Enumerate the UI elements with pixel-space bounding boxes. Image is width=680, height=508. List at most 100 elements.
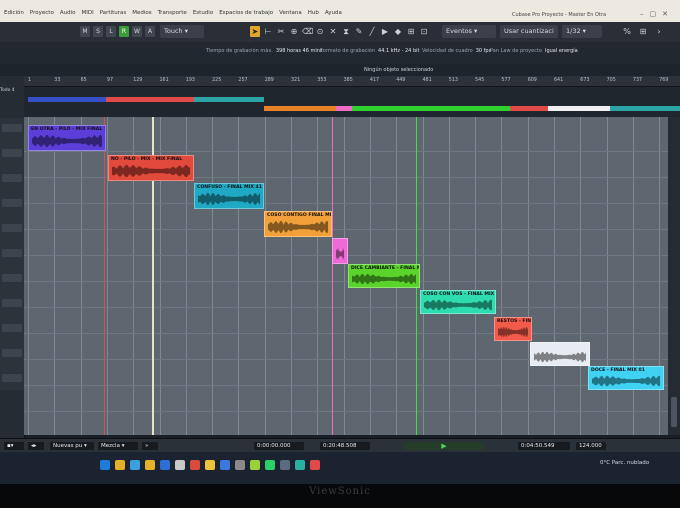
split-icon[interactable]: ✂ xyxy=(276,26,286,37)
automation-mode-select[interactable]: Touch ▾ xyxy=(160,25,204,38)
marker-segment[interactable] xyxy=(510,106,548,111)
position-display[interactable]: 0:04:50.549 xyxy=(518,442,570,450)
track-header-slot[interactable] xyxy=(2,249,22,257)
zoom-icon[interactable]: ⊙ xyxy=(315,26,325,37)
track-header-slot[interactable] xyxy=(2,274,22,282)
audio-clip[interactable]: EN OTRA - PILO - MIX FINAL 16 xyxy=(28,125,106,151)
word-icon[interactable] xyxy=(220,460,230,470)
audio-clip[interactable]: DOCE - FINAL MIX 01 xyxy=(588,366,664,390)
marker-segment[interactable] xyxy=(352,106,510,111)
range-icon[interactable]: ⊢ xyxy=(263,26,273,37)
track-header-slot[interactable] xyxy=(2,149,22,157)
menu-item[interactable]: Espacios de trabajo xyxy=(219,10,273,16)
chrome-icon[interactable] xyxy=(310,460,320,470)
mode-button-w[interactable]: W xyxy=(132,26,142,37)
audio-clip[interactable]: RESTOS - FIN xyxy=(494,317,532,341)
chevron-right-icon[interactable]: › xyxy=(654,26,664,37)
track-header-slot[interactable] xyxy=(2,349,22,357)
draw-icon[interactable]: ✎ xyxy=(354,26,364,37)
audio-clip[interactable]: COSO CON VOS - FINAL MIX xyxy=(420,290,496,314)
folder-icon[interactable] xyxy=(115,460,125,470)
track-header-slot[interactable] xyxy=(2,174,22,182)
play-icon[interactable]: ▶ xyxy=(380,26,390,37)
marker-segment[interactable] xyxy=(610,106,680,111)
glue-icon[interactable]: ⊕ xyxy=(289,26,299,37)
menu-item[interactable]: Partituras xyxy=(100,10,127,16)
mute-icon[interactable]: ✕ xyxy=(328,26,338,37)
cubase-icon[interactable] xyxy=(280,460,290,470)
track-header-slot[interactable] xyxy=(2,224,22,232)
line-icon[interactable]: ╱ xyxy=(367,26,377,37)
menu-item[interactable]: Ventana xyxy=(279,10,302,16)
menu-item[interactable]: Proyecto xyxy=(30,10,54,16)
view-layout-button[interactable]: ▪▾ xyxy=(4,442,24,450)
mail-icon[interactable] xyxy=(160,460,170,470)
scrollbar-thumb[interactable] xyxy=(671,397,677,427)
marker-nav-button[interactable]: ◂▸ xyxy=(28,442,44,450)
audio-clip[interactable]: CONFUSO - FINAL MIX 41 xyxy=(194,183,264,209)
quantize-value-select[interactable]: 1/32 ▾ xyxy=(562,25,602,38)
settings-icon[interactable] xyxy=(235,460,245,470)
edge-icon[interactable] xyxy=(130,460,140,470)
audio-clip[interactable] xyxy=(530,342,590,366)
spotify-icon[interactable] xyxy=(265,460,275,470)
mix-mode-select[interactable]: Mezcla ▾ xyxy=(98,442,138,450)
vertical-scrollbar[interactable] xyxy=(668,117,680,435)
menu-item[interactable]: Hub xyxy=(308,10,319,16)
search-icon[interactable] xyxy=(100,460,110,470)
quantize-mode-select[interactable]: Usar cuantizaci ▾ xyxy=(500,25,558,48)
marker-segment[interactable] xyxy=(548,106,610,111)
track-header-slot[interactable] xyxy=(2,324,22,332)
tempo-display[interactable]: 124.000 xyxy=(576,442,606,450)
mode-button-s[interactable]: S xyxy=(93,26,103,37)
arrange-window[interactable]: EN OTRA - PILO - MIX FINAL 16 NO - PILO -… xyxy=(24,117,668,435)
store-icon[interactable] xyxy=(175,460,185,470)
menu-item[interactable]: Edición xyxy=(4,10,24,16)
pointer-icon[interactable]: ➤ xyxy=(250,26,260,37)
window-controls[interactable]: –▢✕ xyxy=(640,10,674,18)
grid-icon[interactable]: ⊡ xyxy=(419,26,429,37)
percent-icon[interactable]: % xyxy=(622,26,632,37)
track-header-slot[interactable] xyxy=(2,199,22,207)
audio-clip[interactable] xyxy=(332,238,348,264)
snap-icon[interactable]: ⊞ xyxy=(406,26,416,37)
menu-item[interactable]: Ayuda xyxy=(325,10,342,16)
mode-button-r[interactable]: R xyxy=(119,26,129,37)
audio-clip[interactable]: COSO CONTIGO FINAL MIX xyxy=(264,211,332,237)
track-header-slot[interactable] xyxy=(2,299,22,307)
menu-item[interactable]: Medios xyxy=(132,10,151,16)
track-header-slot[interactable] xyxy=(2,124,22,132)
files-icon[interactable] xyxy=(205,460,215,470)
timeline-ruler[interactable]: 1 33 65 97 129 161 193 225 257 289 321 353 385 417 449… xyxy=(24,76,680,87)
erase-icon[interactable]: ⌫ xyxy=(302,26,313,37)
marker-segment[interactable] xyxy=(194,97,264,102)
whatsapp-icon[interactable] xyxy=(295,460,305,470)
chevron-icon[interactable]: » xyxy=(142,442,158,450)
track-header-slot[interactable] xyxy=(2,374,22,382)
audio-clip[interactable]: DICE CAMBIANTE - FINAL MIX 1 xyxy=(348,264,420,288)
view-menu[interactable]: Nuevas pu ▾ xyxy=(50,442,94,450)
play-button[interactable]: ▶ xyxy=(404,442,484,450)
marker-segment[interactable] xyxy=(106,97,194,102)
color-icon[interactable]: ◆ xyxy=(393,26,403,37)
mode-button-a[interactable]: A xyxy=(145,26,155,37)
explorer-icon[interactable] xyxy=(145,460,155,470)
marker-segment[interactable] xyxy=(336,106,352,111)
snap-icon[interactable]: ⊞ xyxy=(638,26,648,37)
office-icon[interactable] xyxy=(190,460,200,470)
left-locator-time[interactable]: 0:00:00.000 xyxy=(254,442,304,450)
audio-clip[interactable]: NO - PILO - MIX - MIX FINAL xyxy=(108,155,194,181)
photos-icon[interactable] xyxy=(250,460,260,470)
menu-item[interactable]: Transporte xyxy=(158,10,187,16)
right-locator-time[interactable]: 0:20:48.508 xyxy=(320,442,370,450)
marker-segment[interactable] xyxy=(28,97,110,102)
menu-item[interactable]: MIDI xyxy=(81,10,93,16)
mode-button-m[interactable]: M xyxy=(80,26,90,37)
menu-item[interactable]: Estudio xyxy=(193,10,213,16)
timewarp-icon[interactable]: ⧗ xyxy=(341,26,351,37)
eventos-select[interactable]: Eventos ▾ xyxy=(442,25,496,38)
weather-widget[interactable]: 0°C Parc. nublado xyxy=(600,460,649,466)
marker-segment[interactable] xyxy=(264,106,336,111)
menu-item[interactable]: Audio xyxy=(60,10,76,16)
mode-button-l[interactable]: L xyxy=(106,26,116,37)
